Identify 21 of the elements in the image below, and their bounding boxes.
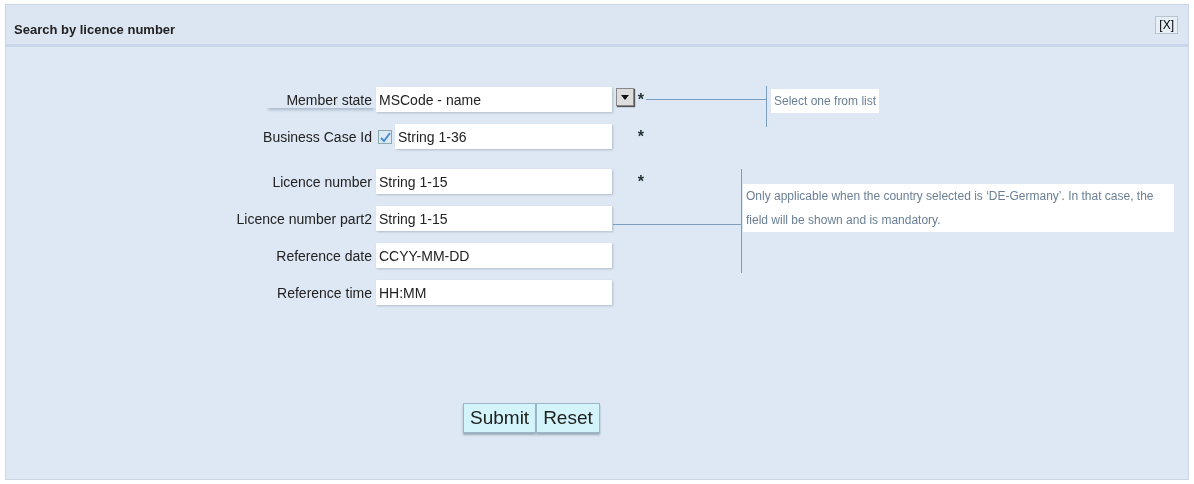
hint-note: Select one from list [771, 89, 880, 113]
text-field[interactable]: String 1-15 [376, 206, 612, 231]
close-button[interactable]: [X] [1155, 15, 1178, 34]
field-label: Reference date [276, 247, 373, 264]
checkbox[interactable] [378, 129, 392, 144]
window-title: Search by licence number [14, 22, 176, 37]
field-label: Licence number [272, 173, 373, 190]
field-label: Reference time [277, 284, 373, 301]
text-field[interactable]: String 1-15 [376, 169, 612, 194]
field-label: Member state [266, 91, 376, 108]
text-field[interactable]: CCYY-MM-DD [376, 243, 612, 268]
form-button[interactable]: Submit [463, 403, 537, 433]
field-label: Licence number part2 [236, 210, 373, 227]
field-label: Business Case Id [263, 128, 373, 145]
form-button[interactable]: Reset [536, 403, 600, 433]
hint-note: Only applicable when the country selected is ‘DE-Germany’. In that case, the field will be shown and is mandatory. [743, 184, 1174, 232]
required-mark: * [637, 127, 644, 146]
required-mark: * [637, 90, 644, 109]
text-field[interactable]: HH:MM [376, 280, 612, 305]
text-field[interactable]: String 1-36 [395, 124, 612, 149]
required-mark: * [637, 172, 644, 191]
